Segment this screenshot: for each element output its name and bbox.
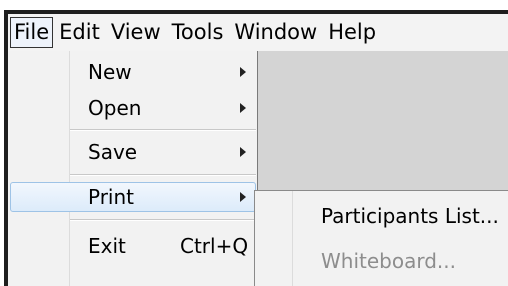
whiteboard-label: Whiteboard... <box>321 249 456 273</box>
submenu-arrow-icon <box>240 67 246 77</box>
menu-item-save[interactable]: Save <box>8 135 256 169</box>
menu-file[interactable]: File <box>10 17 54 48</box>
menu-separator <box>70 219 256 221</box>
menu-edit[interactable]: Edit <box>54 18 105 47</box>
application-window: File Edit View Tools Window Help New Ope… <box>0 0 508 286</box>
menu-tools[interactable]: Tools <box>167 18 229 47</box>
menu-window[interactable]: Window <box>229 18 322 47</box>
menu-separator <box>70 174 256 176</box>
menu-view[interactable]: View <box>106 18 166 47</box>
submenu-arrow-icon <box>240 103 246 113</box>
menu-item-print[interactable]: Print <box>8 180 256 214</box>
file-dropdown-menu: New Open Save Print Exit Ctrl+Q <box>8 51 258 286</box>
menu-item-save-label: Save <box>88 140 138 164</box>
menu-item-new-label: New <box>88 60 132 84</box>
submenu-arrow-icon <box>240 192 246 202</box>
menu-help[interactable]: Help <box>323 18 381 47</box>
menu-separator <box>70 129 256 131</box>
menu-bar: File Edit View Tools Window Help <box>8 14 508 51</box>
menu-item-exit[interactable]: Exit Ctrl+Q <box>8 229 256 263</box>
submenu-item-participants-list[interactable]: Participants List... <box>255 198 508 234</box>
menu-item-open-label: Open <box>88 96 142 120</box>
menu-item-open[interactable]: Open <box>8 91 256 125</box>
exit-shortcut: Ctrl+Q <box>180 234 249 258</box>
participants-list-label: Participants List... <box>321 204 499 228</box>
menu-item-new[interactable]: New <box>8 55 256 89</box>
submenu-item-whiteboard: Whiteboard... <box>255 243 508 279</box>
submenu-arrow-icon <box>240 147 246 157</box>
menu-item-print-label: Print <box>88 185 135 209</box>
print-submenu: Participants List... Whiteboard... <box>254 190 508 286</box>
menu-item-exit-label: Exit <box>88 234 126 258</box>
